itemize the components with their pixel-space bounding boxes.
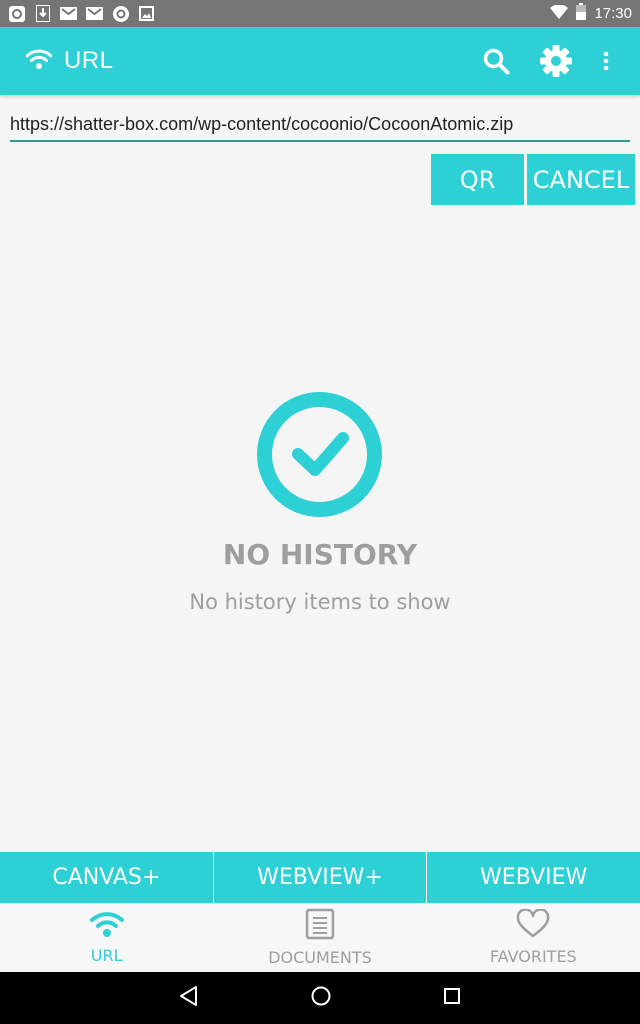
more-vert-icon[interactable]: [598, 43, 614, 79]
gmail-icon: [60, 5, 77, 22]
nav-item-url[interactable]: URL: [0, 903, 213, 972]
app-icon: [8, 5, 25, 22]
empty-state-title: NO HISTORY: [222, 538, 418, 571]
mode-bar: CANVAS+ WEBVIEW+ WEBVIEW: [0, 852, 640, 903]
battery-icon: [576, 3, 587, 24]
wifi-icon: [25, 48, 53, 74]
nav-item-favorites[interactable]: FAVORITES: [427, 903, 640, 972]
nav-label: FAVORITES: [489, 947, 577, 966]
page-title: URL: [64, 47, 114, 74]
app-bar: URL: [0, 27, 640, 95]
back-icon[interactable]: [178, 985, 200, 1011]
app-bar-actions: [478, 43, 614, 79]
app-icon: [112, 5, 129, 22]
bottom-nav: URL DOCUMENTS FAVORITES: [0, 903, 640, 972]
system-navigation-bar: [0, 972, 640, 1024]
nav-label: URL: [90, 946, 123, 965]
recents-icon[interactable]: [442, 986, 462, 1010]
wifi-icon: [550, 3, 569, 23]
status-bar: 17:30: [0, 0, 640, 27]
cancel-button[interactable]: CANCEL: [527, 154, 635, 205]
home-icon[interactable]: [310, 985, 332, 1011]
document-icon: [305, 908, 335, 944]
url-field-container: [10, 108, 630, 142]
wifi-icon: [89, 910, 124, 942]
gear-icon[interactable]: [538, 43, 574, 79]
search-icon[interactable]: [478, 43, 514, 79]
heart-icon: [516, 908, 550, 943]
clock: 17:30: [594, 5, 632, 22]
image-icon: [138, 5, 155, 22]
webview-plus-button[interactable]: WEBVIEW+: [214, 852, 428, 903]
webview-button[interactable]: WEBVIEW: [427, 852, 640, 903]
empty-state-subtitle: No history items to show: [189, 590, 451, 614]
url-input[interactable]: [10, 108, 630, 140]
system-status: 17:30: [550, 3, 632, 24]
gmail-icon: [86, 5, 103, 22]
notification-icons: [8, 5, 155, 22]
canvas-plus-button[interactable]: CANVAS+: [0, 852, 214, 903]
qr-button[interactable]: QR: [431, 154, 524, 205]
nav-label: DOCUMENTS: [268, 948, 372, 967]
download-icon: [34, 5, 51, 22]
check-circle-icon: [256, 391, 383, 518]
nav-item-documents[interactable]: DOCUMENTS: [213, 903, 426, 972]
